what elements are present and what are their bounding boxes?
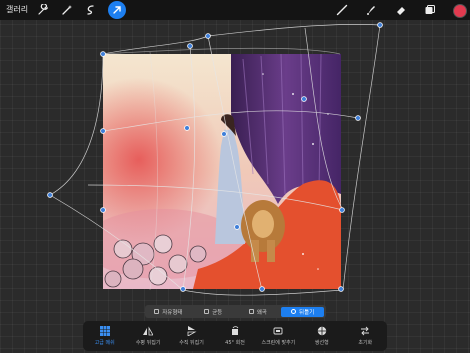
mesh-handle[interactable]: [377, 22, 383, 28]
freeform-icon: [154, 309, 160, 314]
canvas-artwork: [103, 54, 341, 289]
mesh-handle[interactable]: [47, 192, 53, 198]
selection-icon[interactable]: [82, 1, 100, 19]
warp-icon: [291, 309, 297, 314]
mesh-handle[interactable]: [234, 224, 240, 230]
mesh-handle[interactable]: [301, 96, 307, 102]
advanced-mesh-button[interactable]: 고급 메쉬: [88, 326, 122, 346]
flip-horizontal-button[interactable]: 수평 뒤집기: [131, 326, 165, 346]
uniform-icon: [204, 309, 210, 314]
mode-uniform[interactable]: 균등: [192, 307, 235, 317]
mesh-grid-icon: [99, 326, 110, 336]
mesh-handle[interactable]: [339, 207, 345, 213]
reset-button[interactable]: 초기화: [348, 326, 382, 346]
transform-arrow-icon[interactable]: [108, 1, 126, 19]
mesh-handle[interactable]: [184, 125, 190, 131]
eraser-icon[interactable]: [392, 1, 410, 19]
flip-horizontal-icon: [143, 326, 154, 336]
interpolation-icon: [317, 326, 327, 336]
mesh-handle[interactable]: [187, 43, 193, 49]
rotate-45-icon: [231, 326, 239, 335]
mesh-handle[interactable]: [100, 128, 106, 134]
distort-icon: [248, 309, 254, 314]
mesh-handle[interactable]: [221, 131, 227, 137]
transform-toolbar: 고급 메쉬 수평 뒤집기 수직 뒤집기 45° 회전 스크린에 맞추기 쌍선형: [83, 321, 387, 351]
flip-vertical-button[interactable]: 수직 뒤집기: [175, 326, 209, 346]
mode-warp[interactable]: 뒤틀기: [281, 306, 324, 317]
mesh-handle[interactable]: [338, 286, 344, 292]
mesh-handle[interactable]: [100, 207, 106, 213]
brush-icon[interactable]: [333, 1, 351, 19]
transform-mode-bar: 자유형태 균등 왜곡 뒤틀기: [145, 305, 326, 318]
interpolation-button[interactable]: 쌍선형: [305, 326, 339, 346]
mesh-handle[interactable]: [100, 51, 106, 57]
mode-distort[interactable]: 왜곡: [237, 307, 280, 317]
rotate-45-button[interactable]: 45° 회전: [218, 326, 252, 346]
wrench-icon[interactable]: [34, 1, 52, 19]
magic-wand-icon[interactable]: [58, 1, 76, 19]
mesh-handle[interactable]: [180, 286, 186, 292]
smudge-icon[interactable]: [362, 1, 380, 19]
gallery-button[interactable]: 갤러리: [6, 4, 28, 15]
layers-icon[interactable]: [421, 1, 439, 19]
fit-to-screen-button[interactable]: 스크린에 맞추기: [261, 326, 295, 346]
reset-icon: [361, 326, 370, 336]
mesh-handle[interactable]: [355, 115, 361, 121]
mode-freeform[interactable]: 자유형태: [147, 307, 190, 317]
color-picker-swatch[interactable]: [453, 4, 467, 18]
mesh-handle[interactable]: [205, 33, 211, 39]
flip-vertical-icon: [187, 326, 197, 336]
mesh-handle[interactable]: [259, 286, 265, 292]
top-bar: 갤러리: [0, 0, 470, 20]
fit-to-screen-icon: [273, 327, 283, 335]
